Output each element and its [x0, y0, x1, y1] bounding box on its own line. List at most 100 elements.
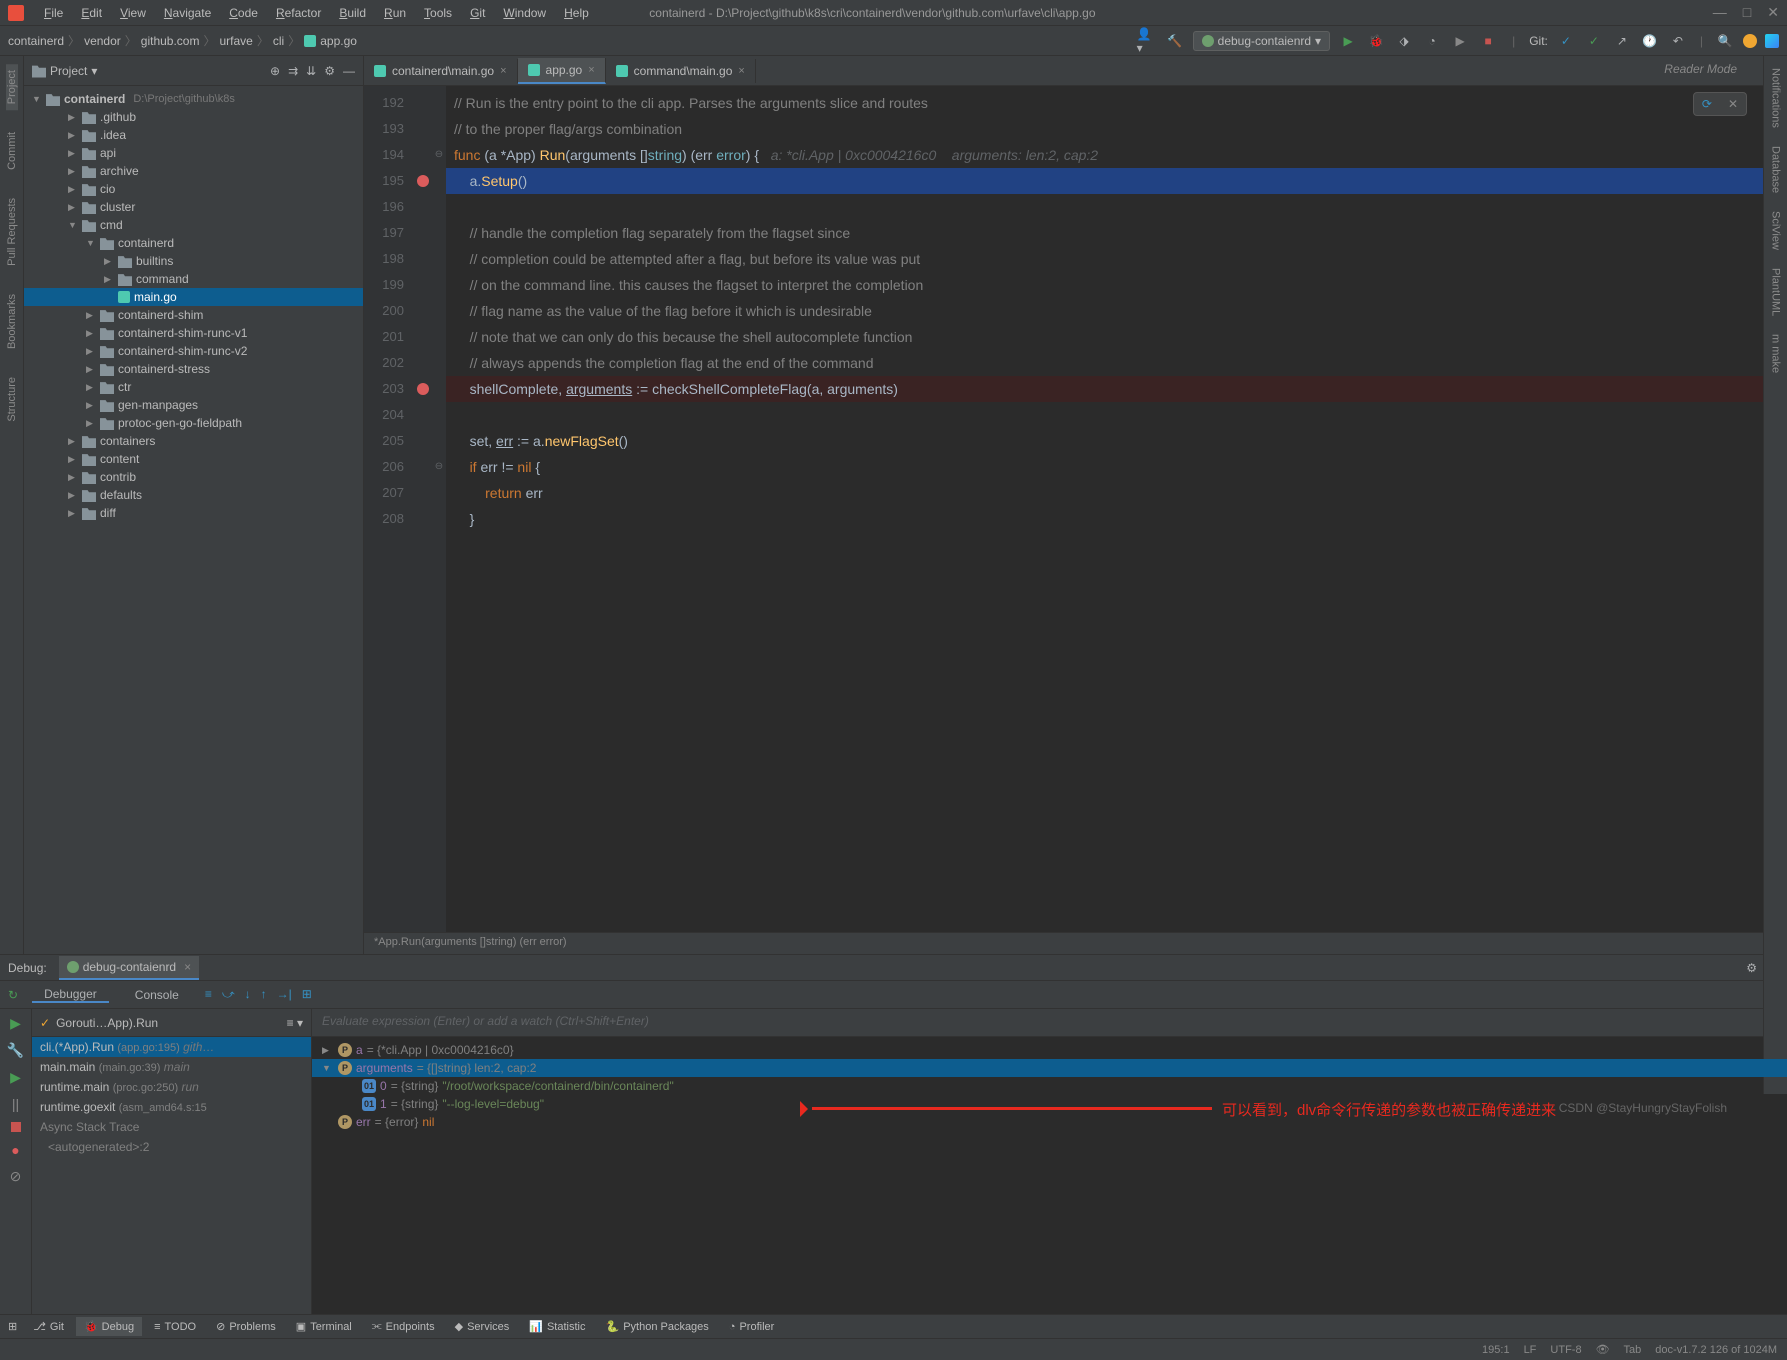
left-tool-commit[interactable]: Commit: [6, 126, 18, 176]
menu-view[interactable]: View: [112, 3, 154, 23]
encoding[interactable]: UTF-8: [1550, 1344, 1581, 1356]
profile-button[interactable]: ◔: [1422, 31, 1442, 51]
right-tool-notifications[interactable]: Notifications: [1770, 62, 1782, 134]
frames-list[interactable]: cli.(*App).Run (app.go:195) gith…main.ma…: [32, 1037, 311, 1117]
variable-item[interactable]: ▼P arguments = {[]string} len:2, cap:2: [312, 1059, 1787, 1077]
tree-item[interactable]: ▼ cmd: [24, 216, 363, 234]
reader-mode-label[interactable]: Reader Mode: [1664, 62, 1737, 76]
code-line[interactable]: // always appends the completion flag at…: [446, 350, 1773, 376]
code-line[interactable]: shellComplete, arguments := checkShellCo…: [446, 376, 1773, 402]
build-icon[interactable]: 🔨: [1165, 31, 1185, 51]
code-line[interactable]: [446, 194, 1773, 220]
tree-item[interactable]: ▶ builtins: [24, 252, 363, 270]
tree-item[interactable]: ▶ containerd-shim: [24, 306, 363, 324]
debug-config-tab[interactable]: debug-contaienrd ×: [59, 956, 199, 980]
git-history-button[interactable]: 🕐: [1640, 31, 1660, 51]
menu-window[interactable]: Window: [495, 3, 554, 23]
variable-item[interactable]: ▶P a = {*cli.App | 0xc0004216c0}: [312, 1041, 1787, 1059]
left-tool-pull-requests[interactable]: Pull Requests: [6, 192, 18, 272]
ide-updates-icon[interactable]: [1743, 34, 1757, 48]
menu-refactor[interactable]: Refactor: [268, 3, 329, 23]
editor-tab[interactable]: command\main.go×: [606, 59, 756, 83]
close-hint-icon[interactable]: ✕: [1720, 93, 1746, 115]
tree-item[interactable]: ▶ archive: [24, 162, 363, 180]
editor-tab[interactable]: app.go×: [518, 58, 606, 84]
left-tool-structure[interactable]: Structure: [6, 371, 18, 428]
step-out-icon[interactable]: ↑: [261, 987, 267, 1002]
code-line[interactable]: // handle the completion flag separately…: [446, 220, 1773, 246]
stack-frame[interactable]: cli.(*App).Run (app.go:195) gith…: [32, 1037, 311, 1057]
fold-gutter[interactable]: ⊖⊖: [432, 86, 446, 932]
status-extra[interactable]: doc-v1.7.2 126 of 1024M: [1655, 1344, 1777, 1356]
code-line[interactable]: [446, 402, 1773, 428]
debug-tool-icon[interactable]: 🔧: [7, 1042, 24, 1059]
bottom-tool-problems[interactable]: ⊘ Problems: [208, 1317, 284, 1336]
expand-all-icon[interactable]: ⇉: [288, 64, 298, 78]
run-configuration-dropdown[interactable]: debug-contaienrd ▾: [1193, 31, 1330, 51]
breadcrumb-item[interactable]: containerd: [8, 34, 64, 48]
tree-item[interactable]: ▶ command: [24, 270, 363, 288]
breadcrumb-item[interactable]: app.go: [304, 34, 357, 48]
tree-item[interactable]: ▶ defaults: [24, 486, 363, 504]
tree-root[interactable]: ▼ containerdD:\Project\github\k8s: [24, 90, 363, 108]
git-commit-button[interactable]: ✓: [1584, 31, 1604, 51]
collapse-all-icon[interactable]: ⇊: [306, 64, 316, 78]
debugger-tab[interactable]: Debugger: [32, 987, 109, 1003]
code-line[interactable]: // Run is the entry point to the cli app…: [446, 90, 1773, 116]
bottom-tool-statistic[interactable]: 📊 Statistic: [521, 1317, 593, 1336]
git-rollback-button[interactable]: ↶: [1668, 31, 1688, 51]
tree-item[interactable]: ▶ containers: [24, 432, 363, 450]
debug-settings-icon[interactable]: ⚙: [1746, 961, 1757, 975]
breadcrumb-item[interactable]: github.com: [141, 34, 200, 48]
tree-item[interactable]: ▶ gen-manpages: [24, 396, 363, 414]
code-content[interactable]: // Run is the entry point to the cli app…: [446, 86, 1773, 932]
debug-stop-icon[interactable]: [11, 1122, 21, 1132]
evaluate-icon[interactable]: ⊞: [302, 987, 312, 1002]
debug-button[interactable]: 🐞: [1366, 31, 1386, 51]
attach-button[interactable]: ▶: [1450, 31, 1470, 51]
breadcrumb-item[interactable]: urfave: [220, 34, 253, 48]
frames-menu-icon[interactable]: ≡ ▾: [287, 1016, 303, 1030]
right-tool-plantuml[interactable]: PlantUML: [1770, 262, 1782, 322]
menu-build[interactable]: Build: [331, 3, 374, 23]
step-into-icon[interactable]: ↓: [245, 987, 251, 1002]
stack-frame[interactable]: runtime.goexit (asm_amd64.s:15: [32, 1097, 311, 1117]
breadcrumb-item[interactable]: vendor: [84, 34, 121, 48]
async-trace-item[interactable]: <autogenerated>:2: [32, 1137, 311, 1157]
left-tool-project[interactable]: Project: [6, 64, 18, 110]
tree-item[interactable]: ▼ containerd: [24, 234, 363, 252]
code-line[interactable]: func (a *App) Run(arguments []string) (e…: [446, 142, 1773, 168]
menu-help[interactable]: Help: [556, 3, 597, 23]
code-editor[interactable]: 1921931941951961971981992002012022032042…: [364, 86, 1787, 932]
settings-icon[interactable]: ⚙: [324, 64, 335, 78]
view-breakpoints-icon[interactable]: ●: [11, 1142, 19, 1158]
tree-item[interactable]: ▶ ctr: [24, 378, 363, 396]
menu-navigate[interactable]: Navigate: [156, 3, 219, 23]
stack-frame[interactable]: main.main (main.go:39) main: [32, 1057, 311, 1077]
code-line[interactable]: if err != nil {: [446, 454, 1773, 480]
search-button[interactable]: 🔍: [1715, 31, 1735, 51]
line-separator[interactable]: LF: [1524, 1344, 1537, 1356]
code-line[interactable]: // completion could be attempted after a…: [446, 246, 1773, 272]
tree-item[interactable]: ▶ containerd-shim-runc-v1: [24, 324, 363, 342]
select-opened-icon[interactable]: ⊕: [270, 64, 280, 78]
tree-item[interactable]: ▶ content: [24, 450, 363, 468]
tree-item[interactable]: ▶ diff: [24, 504, 363, 522]
code-line[interactable]: return err: [446, 480, 1773, 506]
code-line[interactable]: a.Setup(): [446, 168, 1773, 194]
stack-frame[interactable]: runtime.main (proc.go:250) run: [32, 1077, 311, 1097]
code-line[interactable]: // flag name as the value of the flag be…: [446, 298, 1773, 324]
tree-item[interactable]: ▶ .idea: [24, 126, 363, 144]
variable-item[interactable]: P err = {error} nil: [312, 1113, 1787, 1131]
step-over-icon[interactable]: ⤻: [222, 987, 235, 1002]
right-tool-m-make[interactable]: m make: [1770, 328, 1782, 379]
debug-restart-icon[interactable]: ↻: [8, 988, 18, 1002]
minimize-button[interactable]: —: [1713, 4, 1727, 21]
git-push-button[interactable]: ↗: [1612, 31, 1632, 51]
maximize-button[interactable]: □: [1743, 4, 1751, 21]
mute-breakpoints-icon[interactable]: ⊘: [10, 1168, 22, 1185]
close-button[interactable]: ✕: [1767, 4, 1779, 21]
caret-pos[interactable]: 195:1: [1482, 1344, 1510, 1356]
tree-item[interactable]: ▶ contrib: [24, 468, 363, 486]
code-line[interactable]: set, err := a.newFlagSet(): [446, 428, 1773, 454]
